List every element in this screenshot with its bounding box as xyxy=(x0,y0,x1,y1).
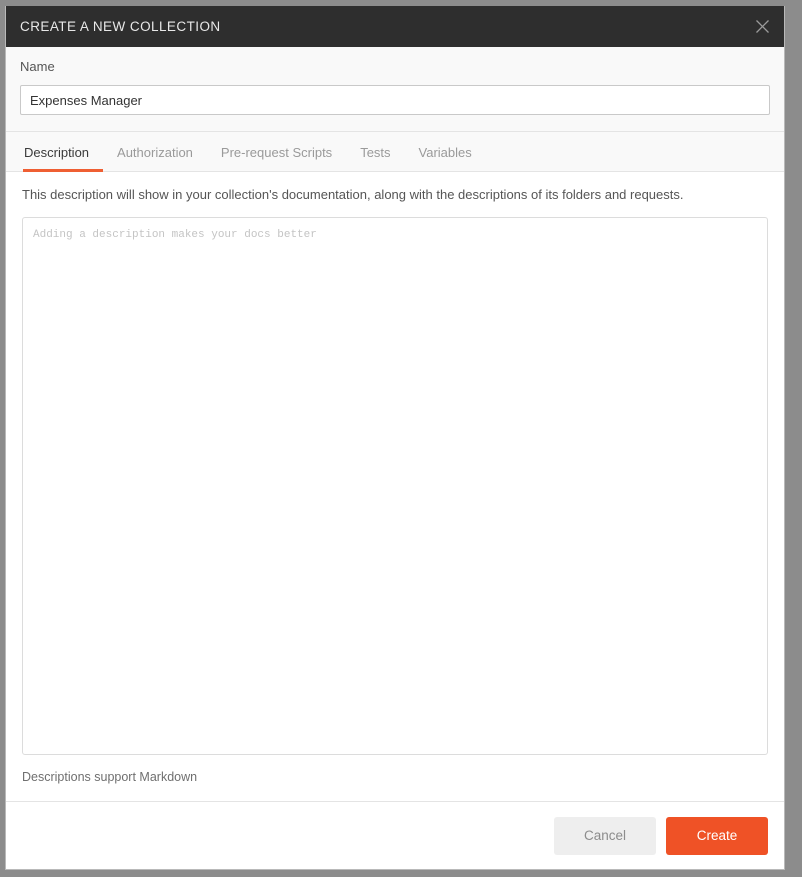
close-icon-glyph xyxy=(755,20,769,33)
description-panel: This description will show in your colle… xyxy=(6,172,784,801)
name-section: Name xyxy=(6,47,784,132)
tab-variables[interactable]: Variables xyxy=(405,145,486,171)
tab-authorization[interactable]: Authorization xyxy=(103,145,207,171)
tab-bar: Description Authorization Pre-request Sc… xyxy=(6,132,784,172)
collection-name-input[interactable] xyxy=(20,85,770,115)
tab-tests[interactable]: Tests xyxy=(346,145,404,171)
create-collection-modal: CREATE A NEW COLLECTION Name Description… xyxy=(5,6,785,870)
markdown-note: Descriptions support Markdown xyxy=(22,770,198,784)
description-textarea[interactable] xyxy=(22,217,768,755)
modal-footer: Cancel Create xyxy=(6,801,784,869)
description-helper-text: This description will show in your colle… xyxy=(22,187,684,202)
tab-pre-request-scripts[interactable]: Pre-request Scripts xyxy=(207,145,346,171)
name-label: Name xyxy=(20,59,55,74)
create-button[interactable]: Create xyxy=(666,816,768,855)
modal-title: CREATE A NEW COLLECTION xyxy=(20,19,221,34)
modal-header: CREATE A NEW COLLECTION xyxy=(6,6,784,47)
tab-description[interactable]: Description xyxy=(20,145,104,172)
close-icon[interactable] xyxy=(740,6,784,47)
cancel-button[interactable]: Cancel xyxy=(554,816,656,855)
